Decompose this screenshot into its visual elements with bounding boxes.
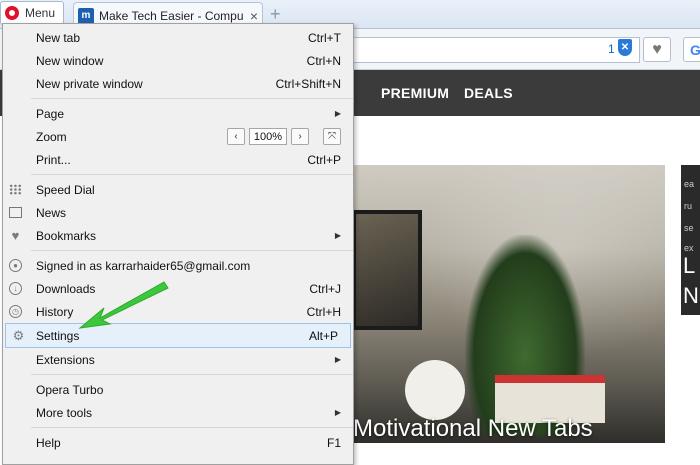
laptop-shape — [352, 210, 422, 330]
menu-divider — [31, 250, 353, 251]
side-text-line: ru — [684, 201, 693, 211]
menu-item-label: Opera Turbo — [36, 382, 104, 397]
menu-item-bookmarks[interactable]: ♥ Bookmarks ▶ — [3, 224, 353, 247]
menu-item-news[interactable]: News — [3, 201, 353, 224]
menu-item-more-tools[interactable]: More tools ▶ — [3, 401, 353, 424]
menu-item-label: Speed Dial — [36, 182, 95, 197]
menu-item-downloads[interactable]: ↓ Downloads Ctrl+J — [3, 277, 353, 300]
menu-item-page[interactable]: Page ▶ — [3, 102, 353, 125]
pot-shape — [405, 360, 465, 420]
menu-item-history[interactable]: ◷ History Ctrl+H — [3, 300, 353, 323]
download-icon: ↓ — [8, 281, 23, 296]
opera-logo-icon — [5, 6, 19, 20]
menu-item-label: Zoom — [36, 129, 67, 144]
menu-item-label: Page — [36, 106, 65, 121]
menu-divider — [31, 427, 353, 428]
menu-item-shortcut: Ctrl+Shift+N — [275, 76, 341, 91]
side-text-line: ex — [684, 243, 694, 253]
menu-item-label: Signed in as karrarhaider65@gmail.com — [36, 258, 251, 273]
zoom-out-button[interactable]: ‹ — [227, 128, 245, 145]
user-account-icon: ● — [8, 258, 23, 273]
menu-item-shortcut: Ctrl+P — [307, 152, 341, 167]
menu-item-label: New private window — [36, 76, 143, 91]
history-clock-icon: ◷ — [8, 304, 23, 319]
side-text-line: se — [684, 223, 694, 233]
menu-item-label: New window — [36, 53, 104, 68]
side-article-card[interactable]: ea ru se ex L N — [681, 165, 700, 315]
menu-item-speed-dial[interactable]: Speed Dial — [3, 178, 353, 201]
menu-item-shortcut: Ctrl+H — [306, 304, 341, 319]
submenu-arrow-icon: ▶ — [334, 109, 341, 118]
address-field[interactable] — [340, 37, 640, 63]
submenu-arrow-icon: ▶ — [334, 355, 341, 364]
menu-item-shortcut: Alt+P — [308, 328, 338, 343]
menu-item-label: News — [36, 205, 67, 220]
fullscreen-icon[interactable]: ⤧ — [323, 128, 341, 145]
menu-item-new-tab[interactable]: New tab Ctrl+T — [3, 26, 353, 49]
menu-item-shortcut: Ctrl+J — [309, 281, 341, 296]
menu-item-label: Print... — [36, 152, 71, 167]
menu-item-shortcut: Ctrl+T — [308, 30, 341, 45]
heart-icon: ♥ — [11, 228, 20, 243]
zoom-level-value: 100% — [249, 128, 287, 145]
side-title-letter: N — [683, 283, 699, 308]
zoom-control: ‹ 100% › ⤧ — [227, 128, 341, 145]
ad-block-shield-icon[interactable]: ✕ — [618, 39, 632, 56]
menu-item-label: Bookmarks — [36, 228, 97, 243]
menu-item-opera-turbo[interactable]: Opera Turbo — [3, 378, 353, 401]
menu-item-signed-in[interactable]: ● Signed in as karrarhaider65@gmail.com — [3, 254, 353, 277]
menu-divider — [31, 374, 353, 375]
menu-divider — [31, 98, 353, 99]
bookmark-heart-button[interactable]: ♥ — [643, 37, 671, 62]
opera-main-menu: New tab Ctrl+T New window Ctrl+N New pri… — [2, 23, 354, 465]
heart-icon: ♥ — [652, 40, 662, 58]
ad-block-count: 1 — [608, 42, 615, 56]
search-engine-button[interactable]: G — [683, 37, 700, 62]
submenu-arrow-icon: ▶ — [334, 408, 341, 417]
new-tab-plus-icon[interactable]: + — [270, 4, 281, 25]
green-annotation-arrow-icon — [78, 281, 169, 329]
menu-item-extensions[interactable]: Extensions ▶ — [3, 348, 353, 371]
site-favicon-icon: m — [78, 7, 94, 24]
side-title-letter: L — [683, 253, 696, 278]
hero-image[interactable] — [300, 165, 665, 443]
tab-close-icon[interactable]: × — [250, 8, 258, 24]
google-icon: G — [690, 41, 700, 58]
menu-button-label: Menu — [25, 6, 56, 20]
speed-dial-grid-icon — [8, 182, 23, 197]
menu-item-print[interactable]: Print... Ctrl+P — [3, 148, 353, 171]
menu-item-label: More tools — [36, 405, 93, 420]
menu-divider — [31, 174, 353, 175]
menu-item-label: New tab — [36, 30, 81, 45]
menu-item-new-window[interactable]: New window Ctrl+N — [3, 49, 353, 72]
menu-item-settings[interactable]: ⚙ Settings Alt+P — [5, 323, 351, 348]
news-icon — [8, 205, 23, 220]
menu-item-shortcut: Ctrl+N — [306, 53, 341, 68]
menu-item-new-private-window[interactable]: New private window Ctrl+Shift+N — [3, 72, 353, 95]
opera-menu-button[interactable]: Menu — [0, 1, 64, 25]
submenu-arrow-icon: ▶ — [334, 231, 341, 240]
gear-icon: ⚙ — [12, 327, 25, 343]
hero-article-title[interactable]: Motivational New Tabs — [353, 415, 593, 443]
side-text-line: ea — [684, 179, 695, 189]
menu-item-zoom: Zoom ‹ 100% › ⤧ — [3, 125, 353, 148]
nav-link-premium[interactable]: PREMIUM — [381, 85, 449, 101]
tab-title: Make Tech Easier - Compu — [99, 8, 244, 23]
zoom-in-button[interactable]: › — [291, 128, 309, 145]
menu-item-label: Extensions — [36, 352, 95, 367]
nav-link-deals[interactable]: DEALS — [464, 85, 513, 101]
